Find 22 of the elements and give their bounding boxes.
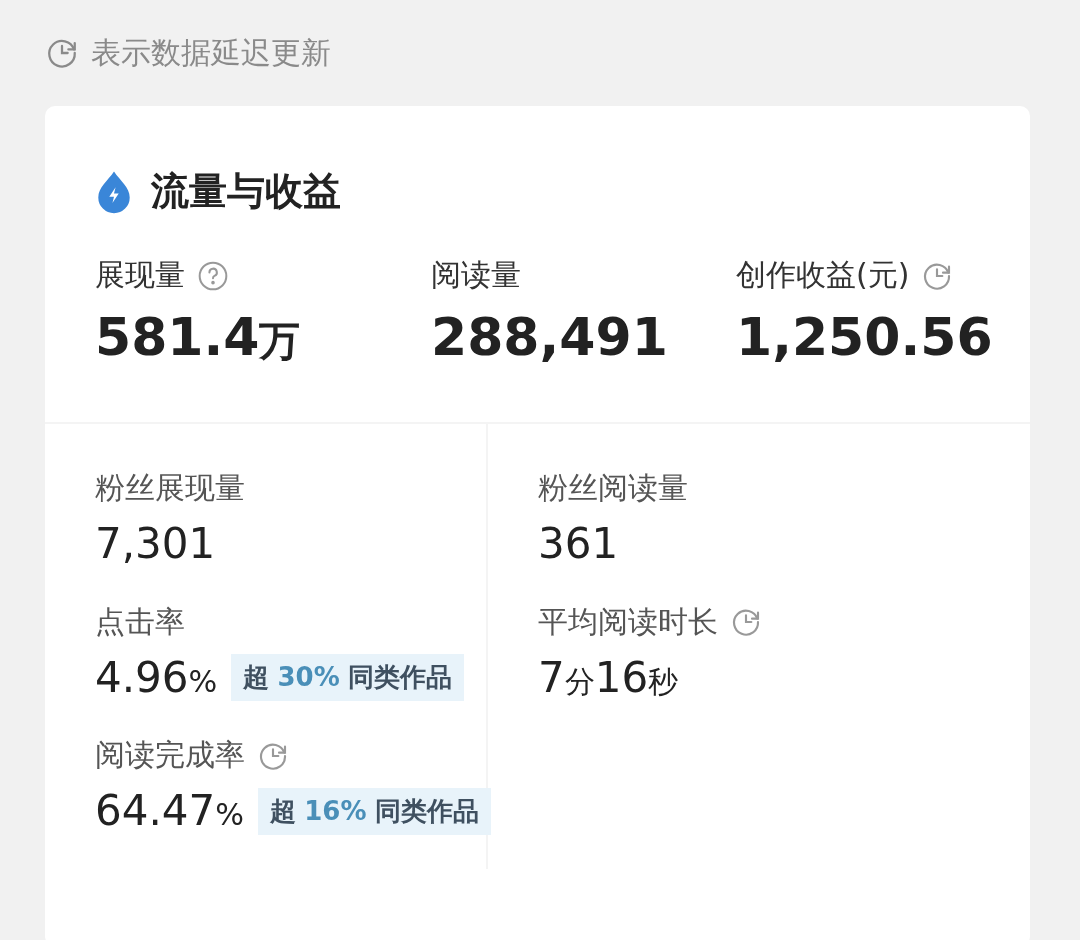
- metric-value: 581.4万: [95, 306, 301, 369]
- metric-value: 361: [538, 519, 619, 570]
- metric-label: 粉丝展现量: [95, 469, 245, 508]
- metric-label: 点击率: [95, 602, 185, 641]
- metric-label: 平均阅读时长: [538, 602, 718, 641]
- comparison-badge: 超 16% 同类作品: [258, 787, 491, 835]
- metric-value: 288,491: [431, 306, 668, 369]
- metric-value: 4.96%: [95, 652, 218, 704]
- drop-icon: [95, 169, 133, 214]
- card-title: 流量与收益: [151, 168, 341, 215]
- metric-value: 64.47%: [95, 786, 244, 837]
- metric-label: 阅读完成率: [95, 736, 245, 775]
- metric-value: 7,301: [95, 519, 216, 570]
- comparison-badge: 超 30% 同类作品: [231, 654, 464, 702]
- metric-value: 1,250.56: [736, 306, 993, 369]
- metric-label: 阅读量: [431, 256, 521, 294]
- notice-text: 表示数据延迟更新: [91, 33, 331, 72]
- metric-label: 展现量: [95, 256, 185, 294]
- metric-label: 粉丝阅读量: [538, 469, 688, 508]
- metric-label: 创作收益(元): [736, 256, 910, 294]
- metric-value: 7分16秒: [538, 652, 679, 704]
- help-icon[interactable]: [197, 259, 229, 292]
